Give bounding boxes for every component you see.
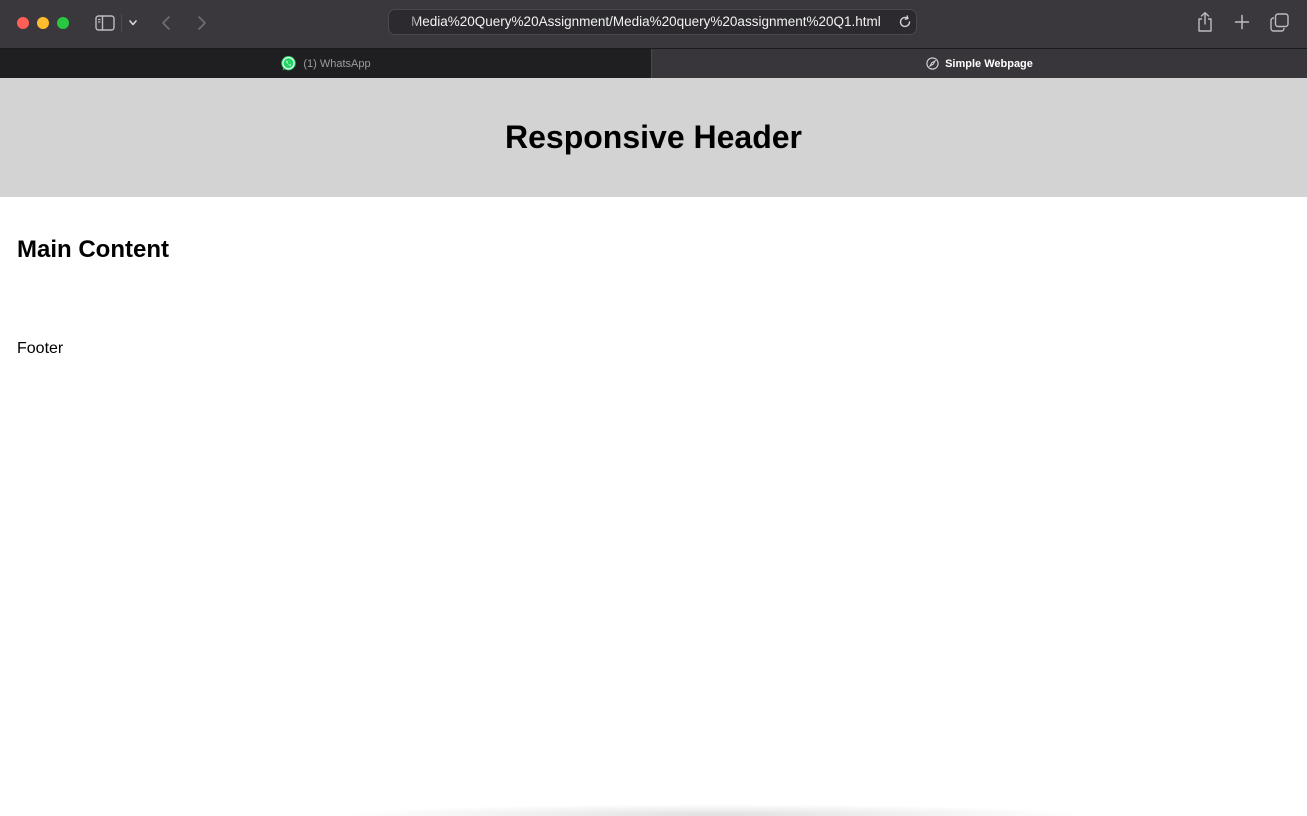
- back-arrow-icon[interactable]: [158, 13, 174, 33]
- toolbar-divider: [121, 14, 122, 32]
- browser-window: Media%20Query%20Assignment/Media%20query…: [0, 0, 1307, 816]
- tab-label: Simple Webpage: [945, 57, 1033, 70]
- tab-bar: (1) WhatsApp Simple Webpage: [0, 48, 1307, 78]
- address-fade: [403, 10, 421, 34]
- web-page: Responsive Header Main Content Footer: [0, 78, 1307, 816]
- tab-overview-icon[interactable]: [1270, 13, 1289, 32]
- address-url-text: Media%20Query%20Assignment/Media%20query…: [411, 14, 881, 29]
- plus-icon[interactable]: [1233, 13, 1251, 31]
- page-header: Responsive Header: [0, 78, 1307, 197]
- sidebar-toggle-icon[interactable]: [94, 13, 116, 33]
- page-title: Responsive Header: [504, 119, 802, 155]
- compass-icon: [926, 57, 939, 70]
- bottom-shadow: [340, 804, 1090, 816]
- chevron-down-icon[interactable]: [127, 16, 139, 30]
- share-icon[interactable]: [1196, 11, 1214, 33]
- forward-arrow-icon[interactable]: [194, 13, 210, 33]
- footer-text: Footer: [17, 340, 64, 357]
- close-window-button[interactable]: [17, 17, 29, 29]
- main-content-heading: Main Content: [17, 236, 169, 263]
- minimize-window-button[interactable]: [37, 17, 49, 29]
- whatsapp-icon: [280, 55, 297, 72]
- address-bar[interactable]: Media%20Query%20Assignment/Media%20query…: [388, 9, 917, 35]
- browser-toolbar: Media%20Query%20Assignment/Media%20query…: [0, 0, 1307, 48]
- maximize-window-button[interactable]: [57, 17, 69, 29]
- reload-icon[interactable]: [897, 14, 913, 30]
- tab-label: (1) WhatsApp: [303, 57, 371, 70]
- tab-whatsapp[interactable]: (1) WhatsApp: [0, 49, 651, 78]
- tab-simple-webpage[interactable]: Simple Webpage: [651, 49, 1307, 78]
